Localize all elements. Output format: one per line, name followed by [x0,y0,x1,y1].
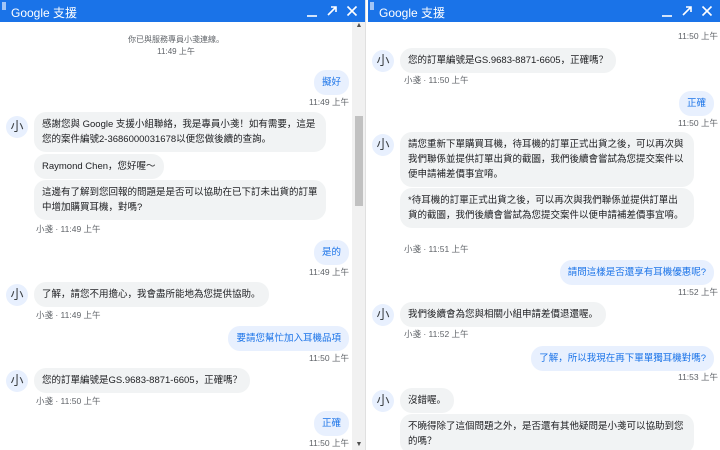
scrollbar[interactable]: ▲ ▼ [352,22,365,450]
agent-message: 感謝您與 Google 支援小組聯絡，我是專員小戔！如有需要，這是您的案件編號2… [34,112,326,152]
message-timestamp: 11:50 上午 [308,438,349,448]
message-list[interactable]: 11:50 上午 小 您的訂單編號是GS.9683-8871-6605，正確嗎？… [368,22,720,450]
agent-avatar: 小 [372,134,394,156]
agent-message: 我們後續會為您與相關小組申請差價退還喔。 [400,302,607,327]
agent-message: 不曉得除了這個問題之外，是否還有其他疑問是小戔可以協助到您的嗎？ [400,414,694,450]
scroll-up-icon[interactable]: ▲ [352,22,365,29]
system-connected-text: 你已與服務專員小戔連線。 [128,35,224,44]
agent-avatar: 小 [372,390,394,412]
agent-message: *待耳機的訂單正式出貨之後，可以再次與我們聯係並提供訂單出貨的截圖，我們後續會嘗… [400,188,694,228]
drag-handle-icon[interactable] [370,2,374,10]
message-timestamp: 11:50 上午 [677,118,718,128]
agent-message: 了解，請您不用擔心，我會盡所能地為您提供協助。 [34,282,269,307]
agent-message: 您的訂單編號是GS.9683-8871-6605，正確嗎？ [400,48,617,73]
scroll-down-icon[interactable]: ▼ [352,441,365,448]
minimize-icon[interactable] [658,1,676,21]
message-meta: 小戔 · 11:49 上午 [36,310,101,320]
close-icon[interactable] [698,1,716,21]
agent-avatar: 小 [6,370,28,392]
agent-message: Raymond Chen，您好喔～ [34,154,164,179]
message-timestamp: 11:53 上午 [677,372,718,382]
minimize-icon[interactable] [303,1,321,21]
agent-avatar: 小 [6,284,28,306]
user-message: 了解，所以我現在再下單單獨耳機對嗎? [531,346,714,371]
title-bar[interactable]: Google 支援 [0,0,365,22]
expand-icon[interactable] [678,1,696,21]
chat-window-left: Google 支援 你已與服務專員小戔連線。 11:49 上午 擬好 11:49… [0,0,366,450]
agent-avatar: 小 [6,116,28,138]
message-meta: 小戔 · 11:50 上午 [404,75,469,85]
window-title: Google 支援 [379,6,446,20]
chat-window-right: Google 支援 11:50 上午 小 您的訂單編號是GS.9683-8871… [368,0,720,450]
message-timestamp: 11:50 上午 [677,31,718,41]
user-message: 要請您幫忙加入耳機品項 [228,326,349,351]
message-timestamp: 11:52 上午 [677,287,718,297]
expand-icon[interactable] [323,1,341,21]
agent-avatar: 小 [372,50,394,72]
system-timestamp: 11:49 上午 [157,47,195,56]
window-title: Google 支援 [11,6,78,20]
message-timestamp: 11:50 上午 [308,353,349,363]
user-message: 擬好 [313,70,349,95]
title-bar[interactable]: Google 支援 [368,0,720,22]
user-message: 正確 [678,91,714,116]
agent-message: 請您重新下單購買耳機，待耳機的訂單正式出貨之後，可以再次與我們聯係並提供訂單出貨… [400,132,694,187]
message-timestamp: 11:49 上午 [308,267,349,277]
agent-message: 沒錯喔。 [400,388,455,413]
message-meta: 小戔 · 11:50 上午 [36,396,101,406]
message-list[interactable]: 你已與服務專員小戔連線。 11:49 上午 擬好 11:49 上午 小 感謝您與… [0,22,365,450]
agent-avatar: 小 [372,304,394,326]
scroll-thumb[interactable] [355,116,363,206]
user-message: 是的 [313,240,349,265]
agent-message: 您的訂單編號是GS.9683-8871-6605，正確嗎？ [34,368,251,393]
user-message: 請問這樣是否還享有耳機優惠呢? [559,260,714,285]
user-message: 正確 [313,411,349,436]
agent-message: 這邊有了解到您回報的問題是是否可以協助在已下訂未出貨的訂單中增加購買耳機，對嗎? [34,180,326,220]
message-meta: 小戔 · 11:49 上午 [36,224,101,234]
close-icon[interactable] [343,1,361,21]
message-meta: 小戔 · 11:52 上午 [404,329,469,339]
message-timestamp: 11:49 上午 [308,97,349,107]
drag-handle-icon[interactable] [2,2,6,10]
message-meta: 小戔 · 11:51 上午 [404,244,469,254]
